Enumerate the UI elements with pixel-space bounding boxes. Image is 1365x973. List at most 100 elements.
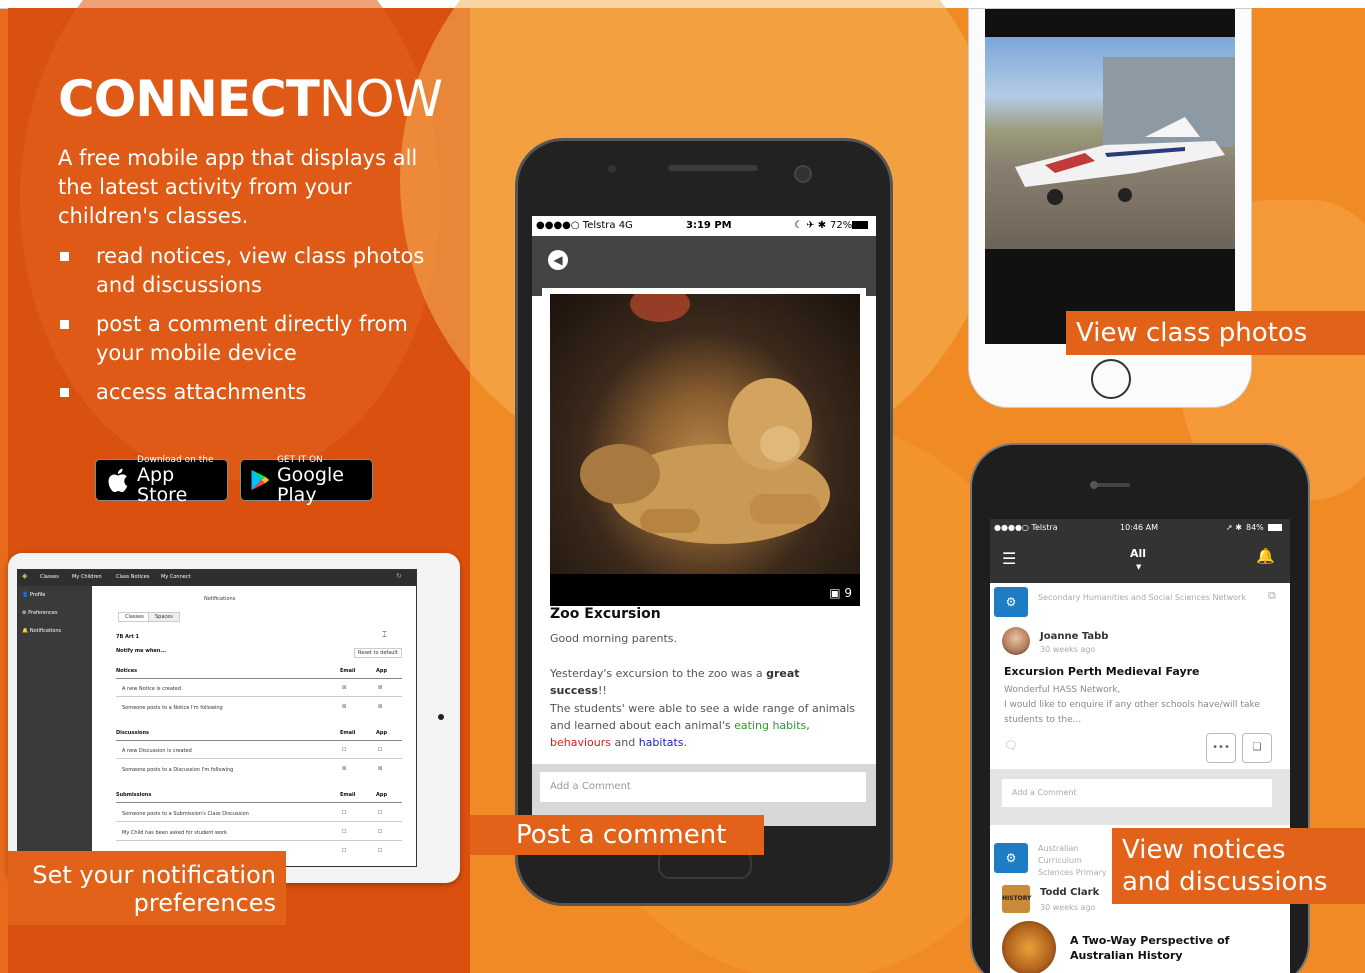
battery-icon (852, 221, 868, 229)
email-checkbox[interactable]: ☐ (342, 810, 346, 816)
divider (116, 821, 402, 822)
notices-phone-screen: ●●●●○ Telstra 10:46 AM ➚ ✱ 84% ☰ All ▼ 🔔… (990, 519, 1290, 973)
col-app: App (376, 792, 388, 798)
nav-my-children[interactable]: My Children (72, 574, 102, 580)
email-checkbox[interactable]: ☒ (342, 685, 346, 691)
center-phone: ●●●●○ Telstra 4G 3:19 PM ☾ ✈ ✱ 72% ◀ ▣ 9… (515, 138, 893, 906)
sidebar-item-profile[interactable]: 👤 Profile (22, 592, 45, 598)
nav-class-notices[interactable]: Class Notices (116, 574, 149, 580)
status-bar: ●●●●○ Telstra 4G 3:19 PM ☾ ✈ ✱ 72% (532, 216, 876, 236)
feature-list: read notices, view class photos and disc… (58, 242, 458, 417)
row-label: Someone posts to a Submission's Class Di… (122, 811, 249, 817)
email-checkbox[interactable]: ☒ (342, 704, 346, 710)
comment-input[interactable]: Add a Comment (540, 772, 866, 802)
post-title[interactable]: Excursion Perth Medieval Fayre (1004, 665, 1200, 678)
email-checkbox[interactable]: ☐ (342, 848, 346, 854)
aircraft-illustration (1015, 117, 1225, 205)
google-play-icon (251, 469, 270, 491)
avatar (1002, 627, 1030, 655)
app-checkbox[interactable]: ☒ (378, 766, 382, 772)
status-time: 10:46 AM (1120, 523, 1158, 532)
post-title[interactable]: A Two-Way Perspective of Australian Hist… (1070, 933, 1240, 963)
comment-icon[interactable]: 🗨 (1004, 739, 1018, 752)
nav-classes[interactable]: Classes (40, 574, 59, 580)
panel-heading: Notifications (204, 596, 236, 602)
post-title: Zoo Excursion (550, 606, 661, 622)
col-email: Email (340, 668, 356, 674)
feed-filter-label[interactable]: All (1130, 547, 1146, 560)
author-name[interactable]: Todd Clark (1040, 887, 1099, 898)
email-checkbox[interactable]: ☒ (342, 766, 346, 772)
status-time: 3:19 PM (686, 220, 732, 231)
app-checkbox[interactable]: ☐ (378, 848, 382, 854)
row-label: A new Discussion is created (122, 748, 192, 754)
lion-illustration (580, 294, 830, 544)
app-store-button[interactable]: Download on the App Store (95, 455, 228, 505)
post-time: 30 weeks ago (1040, 645, 1096, 654)
more-options-icon[interactable]: ••• (1206, 733, 1236, 763)
collapse-icon[interactable]: ⌶ (382, 630, 387, 640)
divider (116, 802, 402, 803)
copy-icon[interactable]: ⧉ (1268, 589, 1276, 603)
photos-phone-home-button (1091, 359, 1131, 399)
email-checkbox[interactable]: ☐ (342, 829, 346, 835)
back-arrow-icon[interactable]: ◀ (548, 250, 568, 270)
sidebar-item-preferences[interactable]: ⚙ Preferences (22, 610, 58, 616)
post-time: 30 weeks ago (1040, 903, 1096, 912)
app-checkbox[interactable]: ☐ (378, 810, 382, 816)
app-checkbox[interactable]: ☐ (378, 747, 382, 753)
battery-level: 72% (830, 220, 853, 231)
nav-my-connect[interactable]: My Connect (161, 574, 191, 580)
email-checkbox[interactable]: ☐ (342, 747, 346, 753)
hamburger-menu-icon[interactable]: ☰ (1002, 549, 1016, 568)
avatar: HISTORY (1002, 885, 1031, 913)
post-paragraph-2: The students' were able to see a wide ra… (550, 702, 856, 749)
carrier-label: ●●●●○ Telstra 4G (536, 220, 633, 231)
intro-text: A free mobile app that displays all the … (58, 146, 418, 228)
post-card: ▣ 9 Zoo Excursion Good morning parents. … (542, 288, 866, 818)
tab-classes[interactable]: Classes (118, 612, 151, 622)
row-label: A new Notice is created (122, 686, 182, 692)
class-photo[interactable] (985, 37, 1235, 249)
feature-item: access attachments (58, 378, 458, 407)
front-camera-icon (1090, 481, 1098, 489)
tab-spaces[interactable]: Spaces (148, 612, 180, 622)
network-name[interactable]: Secondary Humanities and Social Sciences… (1038, 593, 1246, 602)
bell-icon[interactable]: 🔔 (1256, 547, 1275, 565)
tablet-screen: ◆ Classes My Children Class Notices My C… (17, 569, 417, 867)
feature-item: post a comment directly from your mobile… (58, 310, 458, 368)
row-label: Someone posts to a Notice I'm following (122, 705, 223, 711)
bullet-square-icon (60, 388, 69, 397)
network-name[interactable]: Australian Curriculum Sciences Primary (1038, 843, 1108, 879)
section-discussions: Discussions (116, 730, 150, 736)
class-label: 7B Art 1 (116, 634, 139, 640)
bullet-square-icon (60, 320, 69, 329)
photo-count[interactable]: ▣ 9 (829, 586, 852, 600)
chevron-down-icon[interactable]: ▼ (1136, 563, 1141, 571)
tablet-sidebar: 👤 Profile ⚙ Preferences 🔔 Notifications (18, 586, 92, 866)
col-app: App (376, 730, 388, 736)
divider (116, 740, 402, 741)
post-paragraph-1: Yesterday's excursion to the zoo was a g… (550, 667, 800, 697)
bookmark-icon[interactable]: ❑ (1242, 733, 1272, 763)
google-play-button[interactable]: GET IT ON Google Play (240, 455, 373, 505)
notify-label: Notify me when... (116, 648, 167, 654)
carrier-label: ●●●●○ Telstra (994, 523, 1058, 532)
sidebar-item-notifications[interactable]: 🔔 Notifications (22, 628, 61, 634)
app-checkbox[interactable]: ☐ (378, 829, 382, 835)
speaker-grille (668, 165, 758, 171)
page-title: CONNECTNOW (58, 70, 443, 128)
reset-default-button[interactable]: Reset to default (354, 648, 402, 658)
author-name[interactable]: Joanne Tabb (1040, 631, 1108, 642)
app-checkbox[interactable]: ☒ (378, 685, 382, 691)
callout-notification-preferences: Set your notification preferences (8, 851, 286, 925)
callout-view-class-photos: View class photos (1066, 311, 1365, 355)
refresh-icon[interactable]: ↻ (396, 572, 402, 580)
network-icon: ⚙ (994, 587, 1028, 617)
divider (116, 678, 402, 679)
comment-input[interactable]: Add a Comment (1002, 779, 1272, 807)
sensor-dot (608, 165, 616, 173)
app-checkbox[interactable]: ☒ (378, 704, 382, 710)
photos-phone-screen (985, 9, 1235, 344)
post-photo[interactable]: ▣ 9 (550, 294, 860, 606)
